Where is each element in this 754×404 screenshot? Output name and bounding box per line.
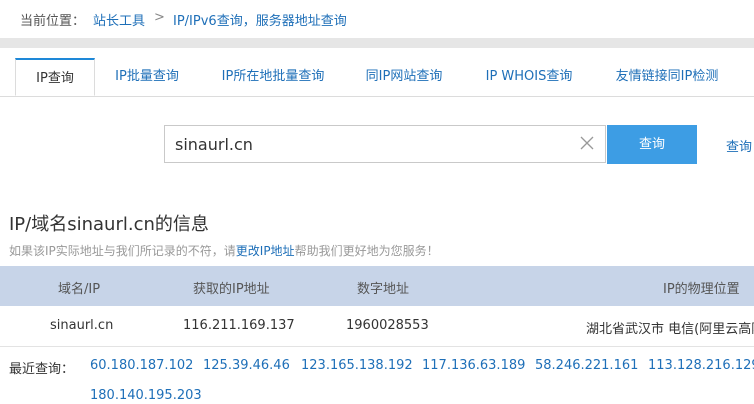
notice-post: 帮助我们更好地为您服务！ [294, 244, 439, 258]
recent-label: 最近查询： [9, 362, 75, 377]
query-side-link[interactable]: 查询 [726, 136, 752, 155]
divider-bar [0, 38, 754, 48]
search-input[interactable] [165, 126, 575, 162]
change-ip-link[interactable]: 更改IP地址 [236, 244, 295, 258]
recent-ip-link[interactable]: 180.140.195.203 [90, 388, 202, 403]
query-button[interactable]: 查询 [607, 125, 697, 164]
breadcrumb-separator: > [154, 10, 165, 25]
table-row: sinaurl.cn 116.211.169.137 1960028553 湖北… [0, 306, 754, 347]
header-physical-location: IP的物理位置 [663, 282, 740, 297]
breadcrumb-link-tools[interactable]: 站长工具 [93, 10, 145, 29]
header-domain-ip: 域名/IP [58, 282, 101, 297]
header-numeric-address: 数字地址 [357, 282, 410, 297]
breadcrumb-link-ip-query[interactable]: IP/IPv6查询，服务器地址查询 [173, 10, 347, 29]
recent-ip-link[interactable]: 125.39.46.46 [203, 358, 290, 373]
tab-ip-location-batch[interactable]: IP所在地批量查询 [212, 58, 334, 96]
tab-ip-query[interactable]: IP查询 [15, 58, 95, 96]
tab-bar: IP查询 IP批量查询 IP所在地批量查询 同IP网站查询 IP WHOIS查询… [0, 58, 754, 97]
search-box [164, 125, 606, 163]
recent-ip-link[interactable]: 117.136.63.189 [422, 358, 525, 373]
recent-ip-link[interactable]: 60.180.187.102 [90, 358, 193, 373]
tab-ip-batch-query[interactable]: IP批量查询 [104, 58, 190, 96]
breadcrumb-prefix: 当前位置： [20, 14, 86, 29]
recent-ip-link[interactable]: 113.128.216.129 [648, 358, 754, 373]
tab-same-ip-sites[interactable]: 同IP网站查询 [356, 58, 452, 96]
notice-pre: 如果该IP实际地址与我们所记录的不符，请 [9, 244, 236, 258]
cell-physical-location: 湖北省武汉市 电信(阿里云高防 [586, 322, 754, 337]
table-header: 域名/IP 获取的IP地址 数字地址 IP的物理位置 [0, 266, 754, 306]
tab-friendlink-same-ip[interactable]: 友情链接同IP检测 [606, 58, 728, 96]
clear-icon[interactable] [579, 135, 595, 151]
result-title: IP/域名sinaurl.cn的信息 [9, 214, 209, 235]
recent-ip-link[interactable]: 58.246.221.161 [535, 358, 638, 373]
tab-ip-whois[interactable]: IP WHOIS查询 [476, 58, 582, 96]
recent-ip-link[interactable]: 123.165.138.192 [301, 358, 413, 373]
header-ip-address: 获取的IP地址 [193, 282, 270, 297]
notice-text: 如果该IP实际地址与我们所记录的不符，请更改IP地址帮助我们更好地为您服务！ [9, 242, 439, 259]
breadcrumb: 当前位置： 站长工具 > IP/IPv6查询，服务器地址查询 [0, 0, 754, 38]
cell-ip-address: 116.211.169.137 [183, 318, 295, 333]
cell-numeric-address: 1960028553 [346, 318, 429, 333]
cell-domain: sinaurl.cn [50, 318, 114, 333]
